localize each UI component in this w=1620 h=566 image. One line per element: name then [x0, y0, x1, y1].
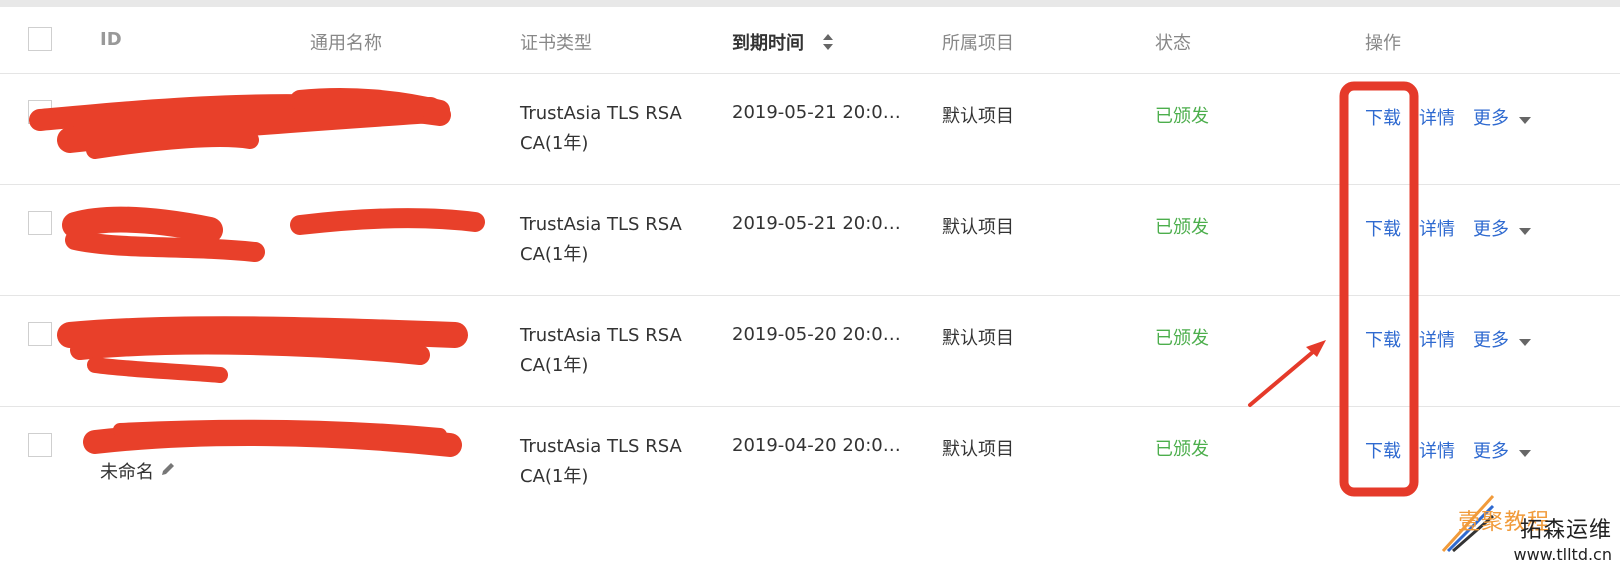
project-cell: 默认项目 [942, 217, 1014, 238]
status-badge: 已颁发 [1155, 106, 1209, 127]
header-expire-time[interactable]: 到期时间 [732, 29, 834, 56]
table-row: TrustAsia TLS RSA CA(1年) 2019-05-21 20:0… [0, 185, 1620, 296]
cert-type-cell: TrustAsia TLS RSA CA(1年) [520, 210, 720, 270]
expire-time-cell: 2019-05-21 20:0… [732, 213, 901, 234]
detail-link[interactable]: 详情 [1419, 326, 1455, 352]
header-cert-type: 证书类型 [520, 33, 592, 54]
actions-cell: 下载 详情 更多 [1365, 104, 1531, 130]
id-cell: 未命名 [100, 429, 300, 484]
table-row: 未命名 TrustAsia TLS RSA CA(1年) 2019-04-20 … [0, 407, 1620, 517]
project-cell: 默认项目 [942, 439, 1014, 460]
expire-time-cell: 2019-05-21 20:0… [732, 102, 901, 123]
cert-type-line1: TrustAsia TLS RSA [520, 103, 682, 124]
cert-type-line1: TrustAsia TLS RSA [520, 214, 682, 235]
header-status: 状态 [1155, 33, 1191, 54]
caret-down-icon [1519, 117, 1531, 124]
detail-link[interactable]: 详情 [1419, 215, 1455, 241]
more-dropdown[interactable]: 更多 [1473, 326, 1531, 352]
pencil-icon[interactable] [160, 461, 176, 482]
download-link[interactable]: 下载 [1365, 437, 1401, 463]
header-id: ID [100, 29, 122, 50]
watermark-line2: 拓森运维 [1519, 518, 1612, 543]
actions-cell: 下载 详情 更多 [1365, 326, 1531, 352]
more-dropdown[interactable]: 更多 [1473, 104, 1531, 130]
caret-down-icon [1519, 450, 1531, 457]
download-link[interactable]: 下载 [1365, 326, 1401, 352]
more-dropdown[interactable]: 更多 [1473, 215, 1531, 241]
download-link[interactable]: 下载 [1365, 215, 1401, 241]
cert-type-line2: CA(1年) [520, 355, 589, 376]
cert-type-line1: TrustAsia TLS RSA [520, 436, 682, 457]
table-header: ID 通用名称 证书类型 到期时间 所属项目 状态 操作 [0, 7, 1620, 74]
status-badge: 已颁发 [1155, 439, 1209, 460]
project-cell: 默认项目 [942, 106, 1014, 127]
select-all-checkbox[interactable] [28, 27, 52, 51]
project-cell: 默认项目 [942, 328, 1014, 349]
sort-icon[interactable] [822, 33, 834, 56]
remark-label: 未命名 [100, 462, 154, 483]
row-checkbox[interactable] [28, 322, 52, 346]
status-badge: 已颁发 [1155, 328, 1209, 349]
certificate-table: ID 通用名称 证书类型 到期时间 所属项目 状态 操作 TrustAsia T… [0, 7, 1620, 517]
more-dropdown[interactable]: 更多 [1473, 437, 1531, 463]
cert-type-line2: CA(1年) [520, 244, 589, 265]
detail-link[interactable]: 详情 [1419, 104, 1455, 130]
header-expire-label: 到期时间 [732, 33, 804, 54]
caret-down-icon [1519, 228, 1531, 235]
actions-cell: 下载 详情 更多 [1365, 437, 1531, 463]
cert-type-line1: TrustAsia TLS RSA [520, 325, 682, 346]
detail-link[interactable]: 详情 [1419, 437, 1455, 463]
status-badge: 已颁发 [1155, 217, 1209, 238]
more-label: 更多 [1473, 330, 1509, 351]
cert-type-cell: TrustAsia TLS RSA CA(1年) [520, 432, 720, 492]
cert-type-cell: TrustAsia TLS RSA CA(1年) [520, 321, 720, 381]
cert-type-line2: CA(1年) [520, 466, 589, 487]
row-checkbox[interactable] [28, 211, 52, 235]
cert-type-cell: TrustAsia TLS RSA CA(1年) [520, 99, 720, 159]
more-label: 更多 [1473, 219, 1509, 240]
download-link[interactable]: 下载 [1365, 104, 1401, 130]
table-row: TrustAsia TLS RSA CA(1年) 2019-05-20 20:0… [0, 296, 1620, 407]
cert-id-link[interactable] [100, 429, 300, 450]
watermark-line3: www.tlltd.cn [1513, 545, 1613, 564]
row-checkbox[interactable] [28, 100, 52, 124]
caret-down-icon [1519, 339, 1531, 346]
header-actions: 操作 [1365, 33, 1401, 54]
expire-time-cell: 2019-05-20 20:0… [732, 324, 901, 345]
actions-cell: 下载 详情 更多 [1365, 215, 1531, 241]
header-common-name: 通用名称 [310, 33, 382, 54]
expire-time-cell: 2019-04-20 20:0… [732, 435, 901, 456]
row-checkbox[interactable] [28, 433, 52, 457]
more-label: 更多 [1473, 441, 1509, 462]
more-label: 更多 [1473, 108, 1509, 129]
cert-remark[interactable]: 未命名 [100, 458, 300, 484]
top-divider [0, 0, 1620, 7]
table-row: TrustAsia TLS RSA CA(1年) 2019-05-21 20:0… [0, 74, 1620, 185]
header-project: 所属项目 [942, 33, 1014, 54]
cert-type-line2: CA(1年) [520, 133, 589, 154]
